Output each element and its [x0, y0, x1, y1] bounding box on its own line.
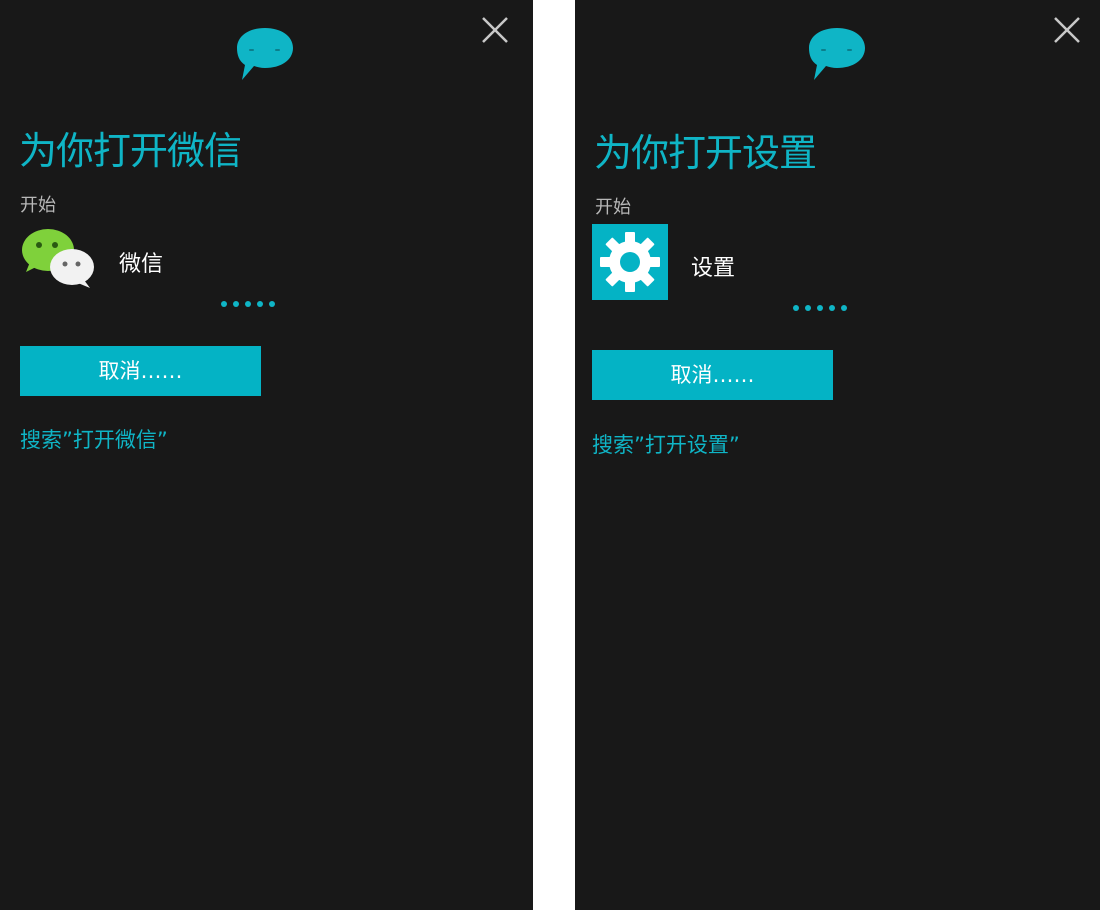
progress-dot — [269, 301, 275, 307]
search-web-link[interactable]: 搜索”打开设置” — [592, 431, 740, 459]
progress-dot — [829, 305, 835, 311]
loading-indicator — [221, 300, 275, 308]
cortana-panel-wechat: 为你打开微信 开始 微信 取消…… 搜索”打开微信” — [0, 0, 533, 910]
settings-gear-icon[interactable] — [592, 224, 668, 300]
section-label: 开始 — [595, 197, 631, 218]
app-name-label: 设置 — [691, 256, 736, 281]
cancel-button[interactable]: 取消…… — [592, 350, 833, 400]
app-name-label: 微信 — [119, 252, 164, 277]
close-button[interactable] — [479, 14, 511, 46]
progress-dot — [221, 301, 227, 307]
progress-dot — [841, 305, 847, 311]
cancel-button[interactable]: 取消…… — [20, 346, 261, 396]
wechat-icon[interactable] — [20, 228, 96, 290]
cortana-chat-bubble-icon — [237, 28, 293, 80]
page-title: 为你打开微信 — [19, 129, 242, 173]
screenshot-canvas: 为你打开微信 开始 微信 取消…… 搜索”打开微信” 为你打开设置 开始 设置 … — [0, 0, 1100, 910]
progress-dot — [805, 305, 811, 311]
progress-dot — [257, 301, 263, 307]
progress-dot — [817, 305, 823, 311]
cortana-chat-bubble-icon — [809, 28, 865, 80]
page-title: 为你打开设置 — [594, 131, 817, 175]
cortana-panel-settings: 为你打开设置 开始 设置 取消…… 搜索”打开设置” — [575, 0, 1100, 910]
loading-indicator — [793, 304, 847, 312]
progress-dot — [793, 305, 799, 311]
progress-dot — [245, 301, 251, 307]
section-label: 开始 — [20, 195, 56, 216]
progress-dot — [233, 301, 239, 307]
search-web-link[interactable]: 搜索”打开微信” — [20, 426, 168, 454]
close-button[interactable] — [1051, 14, 1083, 46]
